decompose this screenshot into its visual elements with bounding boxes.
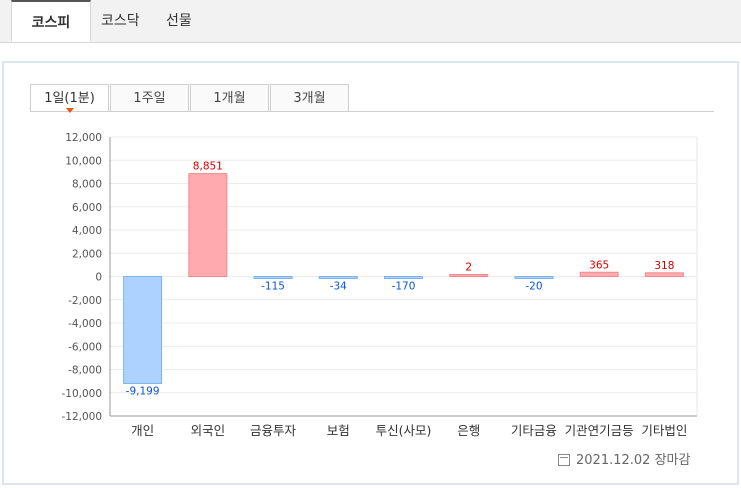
investor-flow-chart: 12,000 10,000 8,000 6,000 4,000 2,000 0 -2,000 -… [61,132,698,438]
y-tick-label: -12,000 [61,411,102,423]
y-tick-label: -4,000 [68,318,102,330]
y-tick-label: -10,000 [61,388,102,400]
data-label: 2 [465,262,472,274]
data-label: -115 [261,281,285,293]
footer-status: 장마감 [654,453,691,468]
bar [644,272,684,278]
x-tick-label: 기관연기금등 [565,423,634,438]
data-label: 318 [654,260,674,272]
data-label: -170 [392,281,416,293]
y-tick-label: -8,000 [68,365,102,377]
y-tick-label: 0 [95,272,102,284]
bar [123,276,163,384]
x-tick-label: 보험 [327,423,350,438]
chart-footer: 2021.12.02 장마감 [558,451,690,471]
bar [253,276,293,279]
x-tick-label: 은행 [457,423,480,438]
data-label: -9,199 [126,385,160,397]
bar [579,271,619,277]
bar [449,274,489,277]
y-tick-label: 4,000 [72,225,102,237]
bar [318,276,358,279]
bar [514,276,554,279]
x-tick-label: 금융투자 [250,423,297,438]
bar [188,173,228,278]
y-tick-label: 8,000 [72,179,102,191]
y-tick-label: 2,000 [72,248,102,260]
x-tick-label: 개인 [131,423,154,438]
y-tick-label: 10,000 [65,155,102,167]
data-label: 8,851 [193,161,223,173]
y-tick-label: 12,000 [65,132,102,144]
data-label: -20 [525,281,542,293]
x-tick-label: 기타금융 [511,423,557,438]
data-label: 365 [589,259,609,271]
bar [384,276,423,279]
x-tick-label: 투신(사모) [376,423,432,438]
x-tick-label: 외국인 [191,423,226,438]
footer-date: 2021.12.02 [576,453,651,468]
x-tick-label: 기타법인 [641,423,687,438]
calendar-icon [558,453,570,466]
data-label: -34 [330,281,347,293]
y-tick-label: -2,000 [68,295,102,307]
y-tick-label: -6,000 [68,341,102,353]
y-tick-label: 6,000 [72,202,102,214]
